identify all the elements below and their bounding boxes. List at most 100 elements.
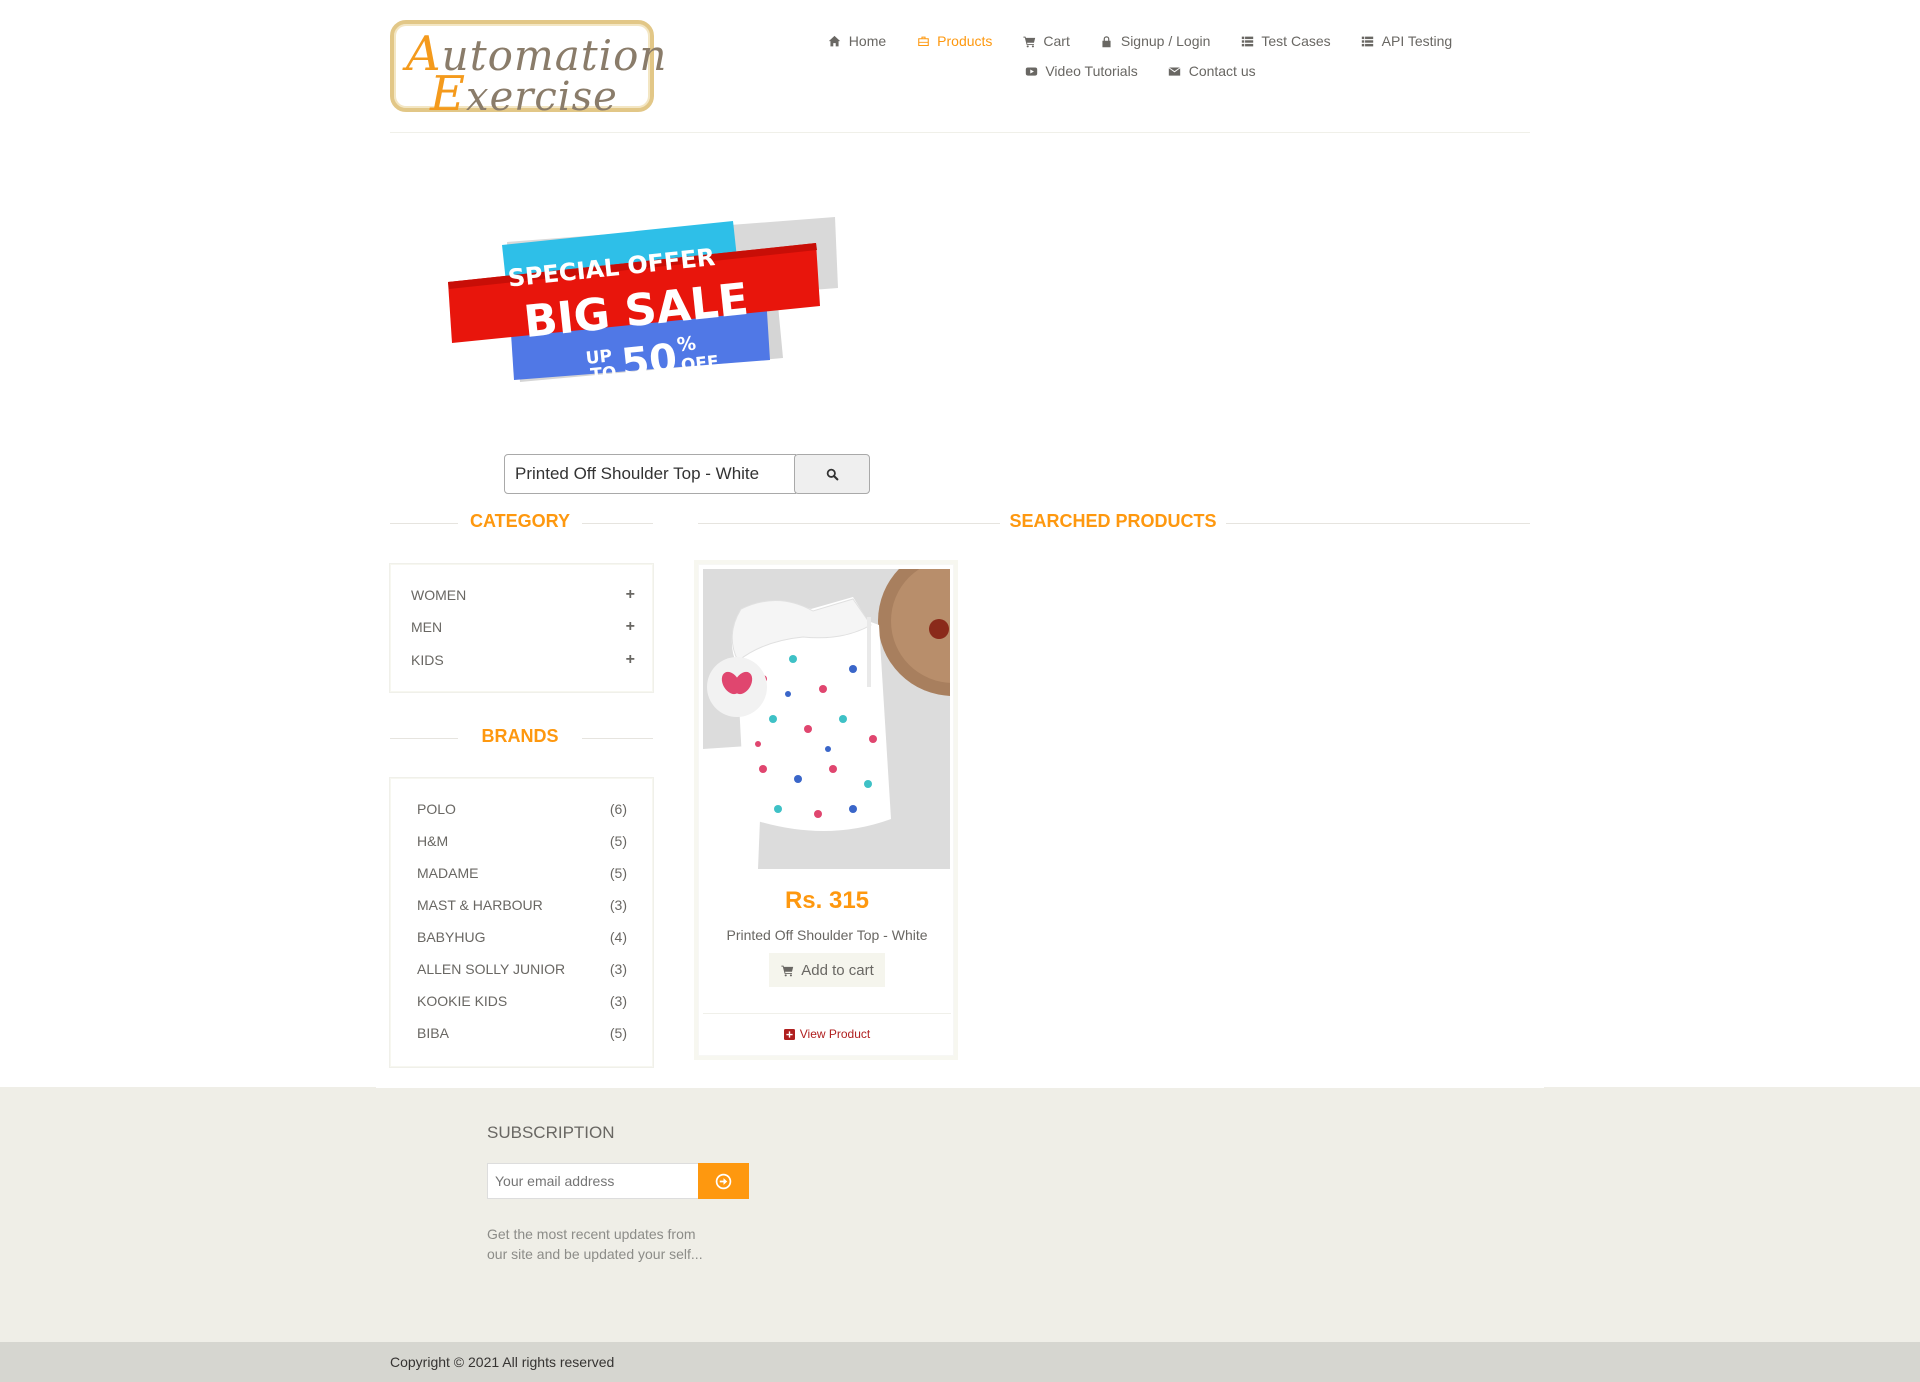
cart-icon: [780, 963, 794, 977]
brand-biba[interactable]: BIBA (5): [417, 1023, 627, 1043]
nav-row-2: Video Tutorials Contact us: [780, 56, 1500, 86]
lock-icon: [1100, 34, 1114, 48]
product-price: Rs. 315: [784, 887, 870, 914]
brand-madame[interactable]: MADAME (5): [417, 863, 627, 883]
brands-title-line-left: [390, 738, 458, 739]
brand-count: (3): [609, 961, 627, 977]
brand-count: (4): [609, 929, 627, 945]
brand-name: BABYHUG: [417, 929, 486, 945]
brand-name: POLO: [417, 801, 456, 817]
brand-count: (6): [609, 801, 627, 817]
nav-signup-login[interactable]: Signup / Login: [1100, 33, 1211, 49]
expand-plus-icon[interactable]: +: [626, 651, 635, 669]
category-kids[interactable]: KIDS +: [411, 650, 635, 670]
subscription-desc-line-2: our site and be updated your self...: [487, 1246, 703, 1262]
brand-name: ALLEN SOLLY JUNIOR: [417, 961, 566, 977]
brands-title: BRANDS: [481, 726, 559, 746]
nav-contact-us[interactable]: Contact us: [1168, 63, 1256, 79]
footer-bottom-bar: Copyright © 2021 All rights reserved: [0, 1342, 1920, 1382]
site-footer: SUBSCRIPTION Get the most recent updates…: [0, 1087, 1920, 1382]
brand-hm[interactable]: H&M (5): [417, 831, 627, 851]
subscribe-email-input[interactable]: [487, 1163, 699, 1199]
search-product-input[interactable]: [504, 454, 796, 494]
product-card: Rs. 315 Printed Off Shoulder Top - White…: [698, 546, 1028, 1056]
brand-name: KOOKIE KIDS: [417, 993, 508, 1009]
nav-home-label: Home: [848, 33, 887, 49]
nav-home[interactable]: Home: [828, 33, 886, 49]
logo-line-2: Exercise: [430, 66, 618, 122]
category-kids-label: KIDS: [411, 652, 444, 668]
nav-video-tutorials[interactable]: Video Tutorials: [1024, 63, 1138, 79]
brand-name: BIBA: [417, 1025, 449, 1041]
category-women-label: WOMEN: [411, 587, 467, 603]
logo-text-2: xercise: [466, 74, 618, 120]
view-product-label: View Product: [799, 1027, 871, 1041]
search-button[interactable]: [794, 454, 870, 494]
nav-cart-label: Cart: [1043, 33, 1070, 49]
brand-allen-solly-junior[interactable]: ALLEN SOLLY JUNIOR (3): [417, 959, 627, 979]
brand-kookie-kids[interactable]: KOOKIE KIDS (3): [417, 991, 627, 1011]
home-icon: [828, 34, 842, 48]
nav-signup-login-label: Signup / Login: [1120, 33, 1211, 49]
cart-icon: [1022, 34, 1036, 48]
expand-plus-icon[interactable]: +: [626, 618, 635, 636]
brand-name: H&M: [417, 833, 449, 849]
youtube-icon: [1024, 64, 1038, 78]
subscription-title: SUBSCRIPTION: [487, 1123, 615, 1142]
plus-square-icon: [783, 1028, 795, 1040]
product-strap: [867, 617, 871, 687]
products-title-line-right: [1226, 523, 1530, 524]
category-title: CATEGORY: [469, 511, 570, 531]
category-women[interactable]: WOMEN +: [411, 585, 635, 605]
nav-api-testing[interactable]: API Testing: [1361, 33, 1452, 49]
product-flower-prop: [929, 619, 949, 639]
nav-video-tutorials-label: Video Tutorials: [1045, 63, 1138, 79]
header-divider: [390, 132, 1530, 133]
nav-products[interactable]: Products: [916, 33, 992, 49]
brands-title-line-right: [582, 738, 653, 739]
brand-name: MAST & HARBOUR: [417, 897, 543, 913]
product-name: Printed Off Shoulder Top - White: [726, 927, 928, 943]
brand-count: (3): [609, 897, 627, 913]
nav-test-cases[interactable]: Test Cases: [1240, 33, 1331, 49]
search-icon: [825, 467, 839, 481]
expand-plus-icon[interactable]: +: [626, 586, 635, 604]
category-title-line-left: [390, 523, 458, 524]
subscription-desc-line-1: Get the most recent updates from: [487, 1226, 696, 1242]
site-header: Automation Exercise Home Products Cart S…: [0, 0, 1920, 133]
sale-banner: SPECIAL OFFER BIG SALE UP TO 50 % OFF: [440, 210, 840, 390]
nav-cart[interactable]: Cart: [1022, 33, 1070, 49]
banner-off: OFF: [680, 352, 720, 376]
sale-banner-graphic: SPECIAL OFFER BIG SALE UP TO 50 % OFF: [448, 217, 838, 387]
footer-top-line: [376, 1087, 1544, 1088]
copyright-text: Copyright © 2021 All rights reserved: [390, 1354, 615, 1370]
nav-products-label: Products: [937, 33, 993, 49]
briefcase-icon: [916, 34, 930, 48]
brand-name: MADAME: [417, 865, 479, 881]
add-to-cart-label: Add to cart: [801, 961, 874, 979]
brand-mast-harbour[interactable]: MAST & HARBOUR (3): [417, 895, 627, 915]
add-to-cart-button[interactable]: Add to cart: [769, 953, 885, 987]
brand-count: (3): [609, 993, 627, 1009]
arrow-circle-right-icon: [715, 1172, 733, 1190]
subscribe-button[interactable]: [698, 1163, 749, 1199]
category-panel: WOMEN + MEN + KIDS +: [390, 564, 653, 692]
brand-polo[interactable]: POLO (6): [417, 799, 627, 819]
category-men-label: MEN: [411, 619, 443, 635]
brands-panel: POLO (6) H&M (5) MADAME (5) MAST & HARBOUR (…: [390, 778, 653, 1067]
view-product-link[interactable]: View Product: [699, 1027, 955, 1041]
brand-count: (5): [609, 865, 627, 881]
category-men[interactable]: MEN +: [411, 617, 635, 637]
brand-babyhug[interactable]: BABYHUG (4): [417, 927, 627, 947]
site-logo[interactable]: Automation Exercise: [390, 20, 666, 122]
product-image[interactable]: [703, 546, 1028, 869]
nav-row-1: Home Products Cart Signup / Login Test C…: [780, 26, 1500, 56]
category-title-line-right: [582, 523, 653, 524]
subscription-description: Get the most recent updates from our sit…: [487, 1224, 717, 1264]
brand-count: (5): [609, 1025, 627, 1041]
main-nav: Home Products Cart Signup / Login Test C…: [780, 26, 1500, 86]
product-image-graphic: [703, 546, 1028, 869]
envelope-icon: [1168, 64, 1182, 78]
card-divider: [703, 1013, 951, 1014]
products-title-line-left: [698, 523, 1000, 524]
